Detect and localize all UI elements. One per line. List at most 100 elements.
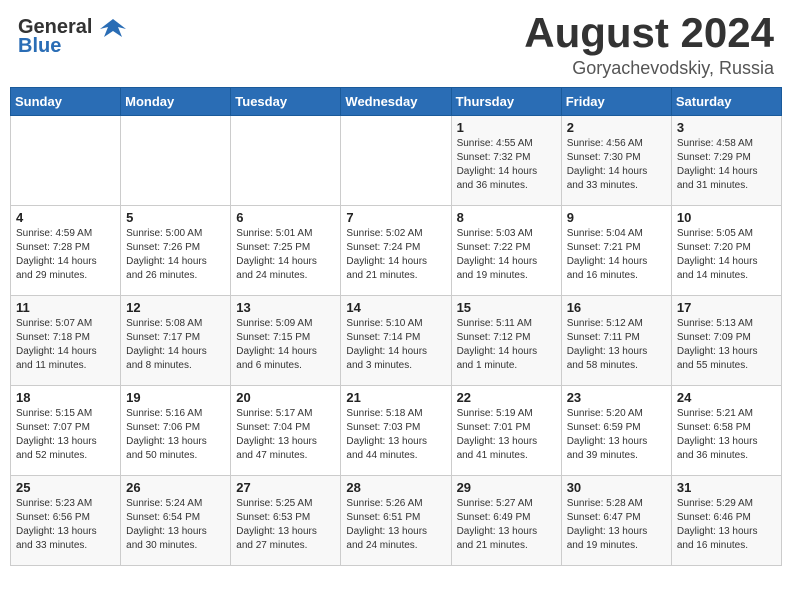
day-number: 29 (457, 480, 556, 495)
day-number: 30 (567, 480, 666, 495)
calendar-cell: 23 Sunrise: 5:20 AMSunset: 6:59 PMDayligh… (561, 386, 671, 476)
day-info: Sunrise: 5:04 AMSunset: 7:21 PMDaylight:… (567, 227, 666, 283)
calendar-cell: 29 Sunrise: 5:27 AMSunset: 6:49 PMDayligh… (451, 476, 561, 566)
calendar-week-4: 18Sunrise: 5:15 AMSunset: 7:07 PMDayligh… (11, 386, 782, 476)
day-info: Sunrise: 5:28 AMSunset: 6:47 PMDaylight:… (567, 497, 666, 553)
logo-text-blue: Blue (18, 35, 61, 57)
day-info: Sunrise: 5:16 AMSunset: 7:06 PMDaylight:… (126, 407, 225, 463)
calendar-cell: 26 Sunrise: 5:24 AMSunset: 6:54 PMDayligh… (121, 476, 231, 566)
calendar-week-2: 4 Sunrise: 4:59 AMSunset: 7:28 PMDaylight… (11, 206, 782, 296)
calendar-cell: 8 Sunrise: 5:03 AMSunset: 7:22 PMDaylight… (451, 206, 561, 296)
weekday-header-thursday: Thursday (451, 88, 561, 116)
day-number: 31 (677, 480, 776, 495)
day-info: Sunrise: 4:56 AMSunset: 7:30 PMDaylight:… (567, 137, 666, 193)
day-info: Sunrise: 5:29 AMSunset: 6:46 PMDaylight:… (677, 497, 776, 553)
day-number: 22 (457, 390, 556, 405)
weekday-header-sunday: Sunday (11, 88, 121, 116)
day-info: Sunrise: 5:02 AMSunset: 7:24 PMDaylight:… (346, 227, 445, 283)
day-number: 4 (16, 210, 115, 225)
day-info: Sunrise: 5:18 AMSunset: 7:03 PMDaylight:… (346, 407, 445, 463)
calendar-cell (11, 116, 121, 206)
page-header: General Blue August 2024 Goryachevodskiy… (10, 10, 782, 79)
calendar-cell (121, 116, 231, 206)
day-number: 3 (677, 120, 776, 135)
day-info: Sunrise: 5:21 AMSunset: 6:58 PMDaylight:… (677, 407, 776, 463)
calendar-cell: 12 Sunrise: 5:08 AMSunset: 7:17 PMDayligh… (121, 296, 231, 386)
day-number: 27 (236, 480, 335, 495)
day-number: 18 (16, 390, 115, 405)
day-info: Sunrise: 4:58 AMSunset: 7:29 PMDaylight:… (677, 137, 776, 193)
day-number: 20 (236, 390, 335, 405)
day-number: 8 (457, 210, 556, 225)
day-number: 23 (567, 390, 666, 405)
day-number: 12 (126, 300, 225, 315)
day-number: 7 (346, 210, 445, 225)
calendar-cell: 31 Sunrise: 5:29 AMSunset: 6:46 PMDayligh… (671, 476, 781, 566)
day-number: 26 (126, 480, 225, 495)
day-info: Sunrise: 5:26 AMSunset: 6:51 PMDaylight:… (346, 497, 445, 553)
day-number: 6 (236, 210, 335, 225)
calendar-cell: 1 Sunrise: 4:55 AMSunset: 7:32 PMDaylight… (451, 116, 561, 206)
day-number: 2 (567, 120, 666, 135)
calendar-cell: 19 Sunrise: 5:16 AMSunset: 7:06 PMDayligh… (121, 386, 231, 476)
logo: General Blue (18, 16, 126, 57)
weekday-header-monday: Monday (121, 88, 231, 116)
day-info: Sunrise: 5:24 AMSunset: 6:54 PMDaylight:… (126, 497, 225, 553)
calendar-week-5: 25Sunrise: 5:23 AMSunset: 6:56 PMDayligh… (11, 476, 782, 566)
calendar-cell: 16Sunrise: 5:12 AMSunset: 7:11 PMDayligh… (561, 296, 671, 386)
day-info: Sunrise: 5:17 AMSunset: 7:04 PMDaylight:… (236, 407, 335, 463)
calendar-cell: 10Sunrise: 5:05 AMSunset: 7:20 PMDayligh… (671, 206, 781, 296)
calendar-cell: 6Sunrise: 5:01 AMSunset: 7:25 PMDaylight… (231, 206, 341, 296)
calendar-cell: 21 Sunrise: 5:18 AMSunset: 7:03 PMDayligh… (341, 386, 451, 476)
day-info: Sunrise: 5:19 AMSunset: 7:01 PMDaylight:… (457, 407, 556, 463)
calendar-cell: 2 Sunrise: 4:56 AMSunset: 7:30 PMDaylight… (561, 116, 671, 206)
day-info: Sunrise: 5:13 AMSunset: 7:09 PMDaylight:… (677, 317, 776, 373)
weekday-header-wednesday: Wednesday (341, 88, 451, 116)
day-info: Sunrise: 5:07 AMSunset: 7:18 PMDaylight:… (16, 317, 115, 373)
calendar-cell: 27Sunrise: 5:25 AMSunset: 6:53 PMDayligh… (231, 476, 341, 566)
day-number: 28 (346, 480, 445, 495)
day-info: Sunrise: 5:08 AMSunset: 7:17 PMDaylight:… (126, 317, 225, 373)
calendar-table: SundayMondayTuesdayWednesdayThursdayFrid… (10, 87, 782, 566)
day-number: 15 (457, 300, 556, 315)
day-number: 5 (126, 210, 225, 225)
day-info: Sunrise: 5:20 AMSunset: 6:59 PMDaylight:… (567, 407, 666, 463)
calendar-cell: 25Sunrise: 5:23 AMSunset: 6:56 PMDayligh… (11, 476, 121, 566)
day-number: 9 (567, 210, 666, 225)
day-number: 14 (346, 300, 445, 315)
day-number: 13 (236, 300, 335, 315)
day-info: Sunrise: 4:59 AMSunset: 7:28 PMDaylight:… (16, 227, 115, 283)
day-number: 19 (126, 390, 225, 405)
calendar-cell: 28 Sunrise: 5:26 AMSunset: 6:51 PMDayligh… (341, 476, 451, 566)
day-info: Sunrise: 5:10 AMSunset: 7:14 PMDaylight:… (346, 317, 445, 373)
day-info: Sunrise: 5:00 AMSunset: 7:26 PMDaylight:… (126, 227, 225, 283)
day-number: 21 (346, 390, 445, 405)
calendar-cell: 14 Sunrise: 5:10 AMSunset: 7:14 PMDayligh… (341, 296, 451, 386)
month-title: August 2024 (524, 10, 774, 56)
location-title: Goryachevodskiy, Russia (524, 58, 774, 79)
day-info: Sunrise: 4:55 AMSunset: 7:32 PMDaylight:… (457, 137, 556, 193)
weekday-header-tuesday: Tuesday (231, 88, 341, 116)
calendar-cell (231, 116, 341, 206)
day-info: Sunrise: 5:27 AMSunset: 6:49 PMDaylight:… (457, 497, 556, 553)
day-info: Sunrise: 5:11 AMSunset: 7:12 PMDaylight:… (457, 317, 556, 373)
logo-bird-icon (100, 17, 126, 39)
calendar-cell: 7 Sunrise: 5:02 AMSunset: 7:24 PMDaylight… (341, 206, 451, 296)
calendar-cell (341, 116, 451, 206)
calendar-cell: 4 Sunrise: 4:59 AMSunset: 7:28 PMDaylight… (11, 206, 121, 296)
calendar-cell: 3 Sunrise: 4:58 AMSunset: 7:29 PMDaylight… (671, 116, 781, 206)
calendar-cell: 17 Sunrise: 5:13 AMSunset: 7:09 PMDayligh… (671, 296, 781, 386)
weekday-header-row: SundayMondayTuesdayWednesdayThursdayFrid… (11, 88, 782, 116)
day-number: 16 (567, 300, 666, 315)
calendar-cell: 30 Sunrise: 5:28 AMSunset: 6:47 PMDayligh… (561, 476, 671, 566)
calendar-cell: 9 Sunrise: 5:04 AMSunset: 7:21 PMDaylight… (561, 206, 671, 296)
calendar-week-3: 11Sunrise: 5:07 AMSunset: 7:18 PMDayligh… (11, 296, 782, 386)
calendar-cell: 15 Sunrise: 5:11 AMSunset: 7:12 PMDayligh… (451, 296, 561, 386)
day-number: 17 (677, 300, 776, 315)
day-number: 1 (457, 120, 556, 135)
day-info: Sunrise: 5:23 AMSunset: 6:56 PMDaylight:… (16, 497, 115, 553)
calendar-cell: 5 Sunrise: 5:00 AMSunset: 7:26 PMDaylight… (121, 206, 231, 296)
day-info: Sunrise: 5:03 AMSunset: 7:22 PMDaylight:… (457, 227, 556, 283)
calendar-week-1: 1 Sunrise: 4:55 AMSunset: 7:32 PMDaylight… (11, 116, 782, 206)
title-area: August 2024 Goryachevodskiy, Russia (524, 10, 774, 79)
